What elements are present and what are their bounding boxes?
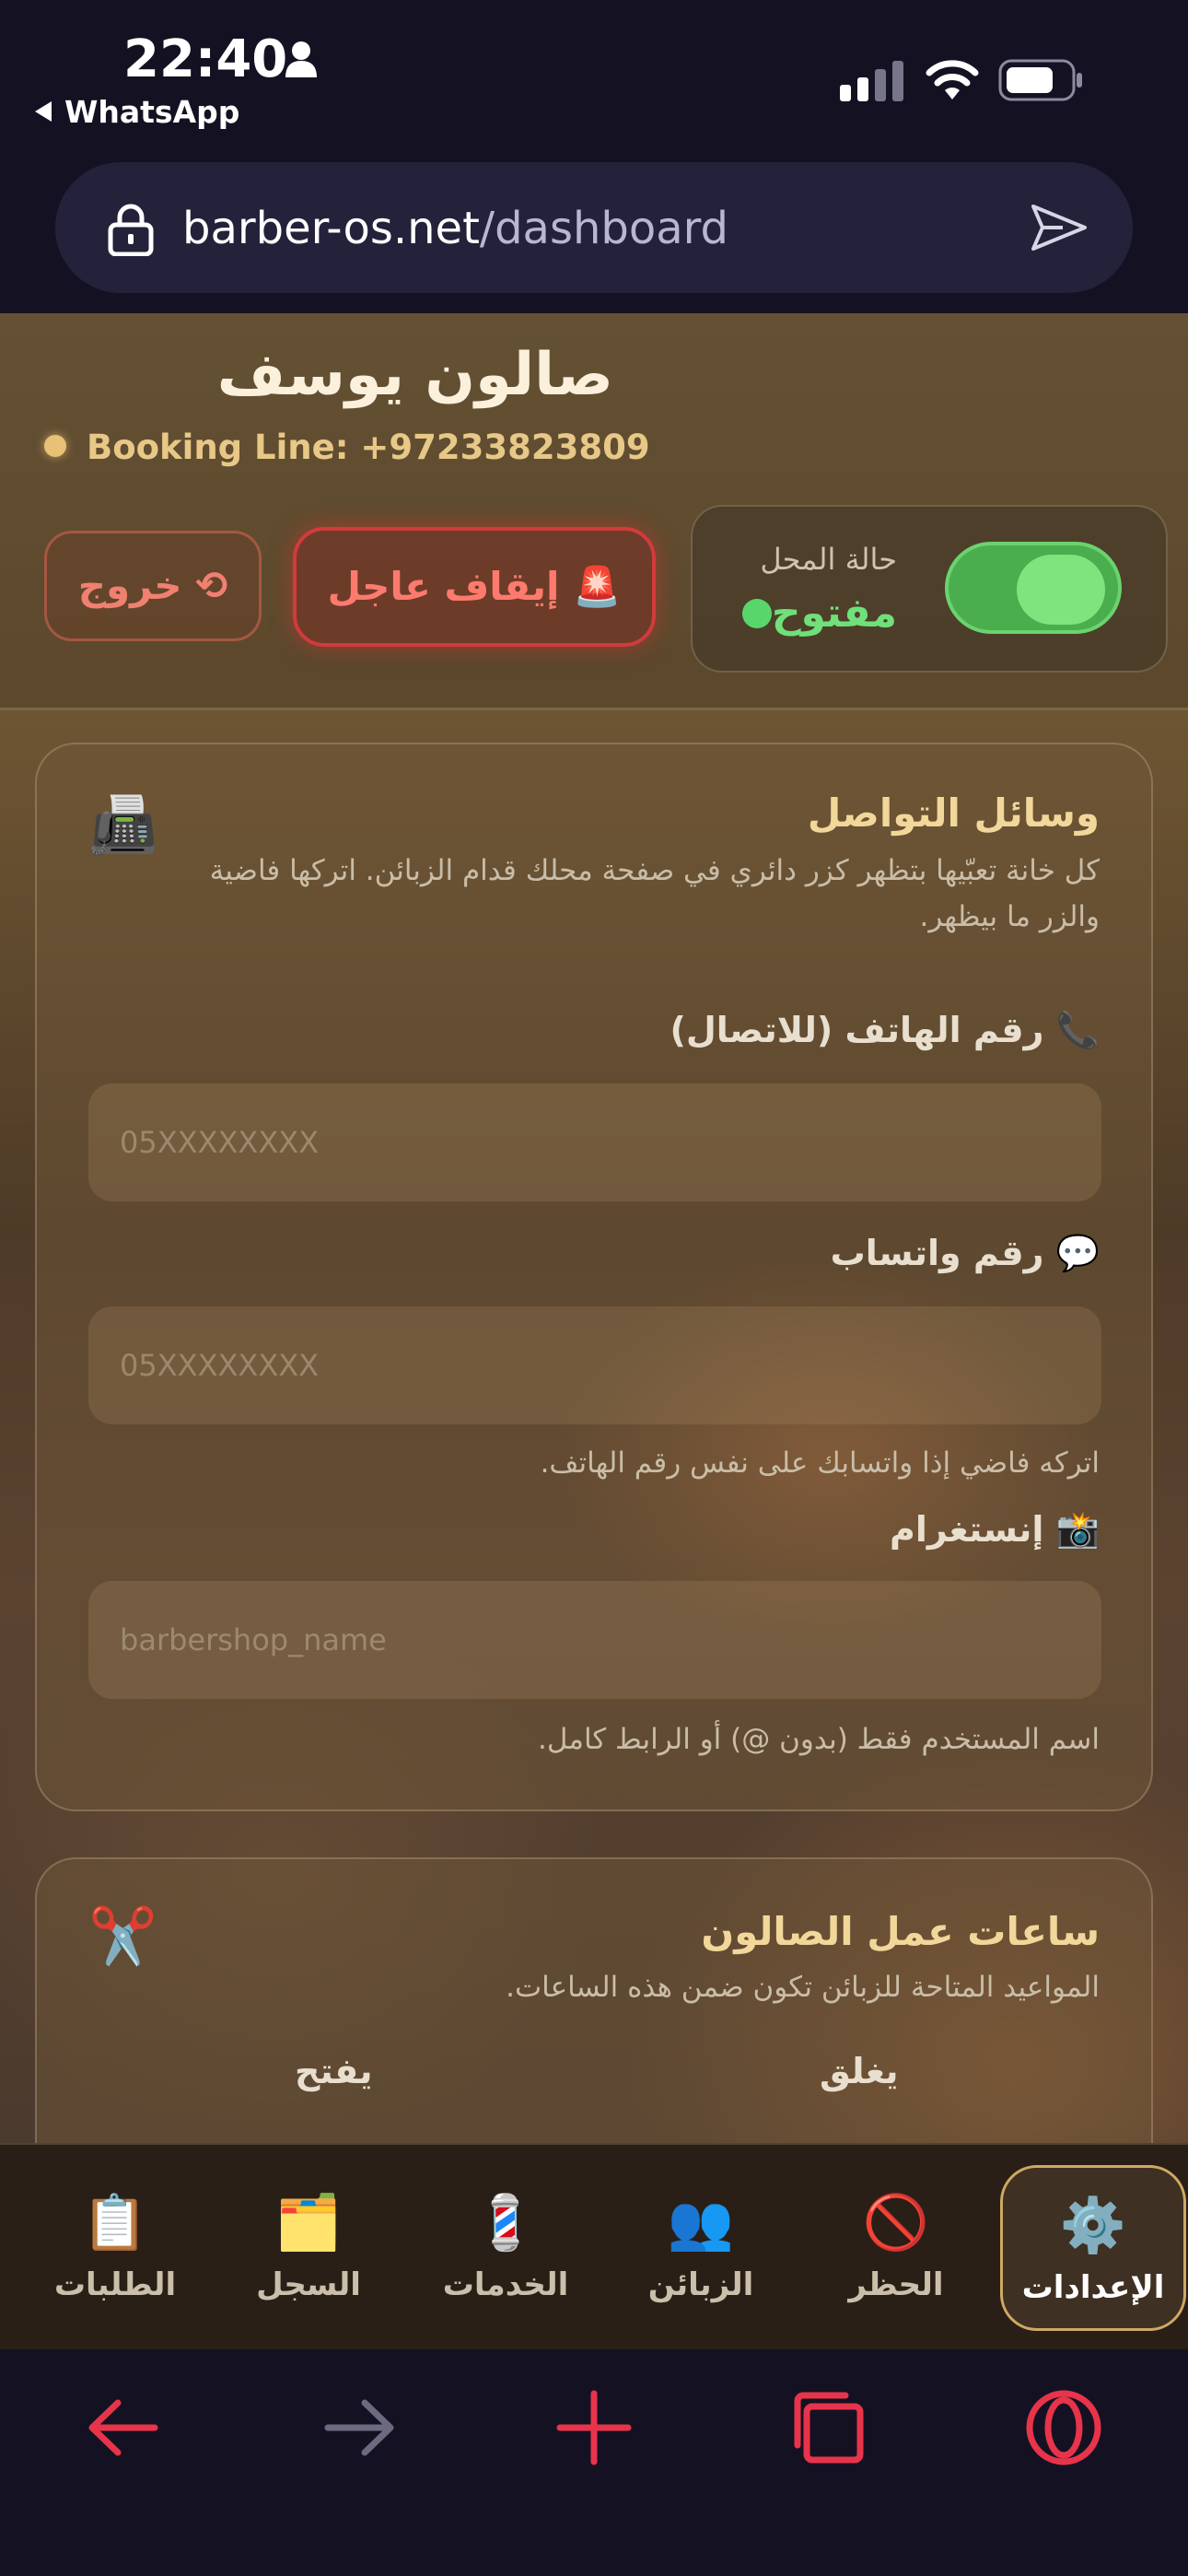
tab-history-label: السجل [256,2266,361,2303]
bottom-navigation: 📋 الطلبات 🗂️ السجل 💈 الخدمات 👥 الزبائن 🚫… [0,2143,1188,2351]
url-path: /dashboard [479,203,728,254]
instagram-field-label: 📸 إنستغرام [890,1509,1100,1550]
store-status-card: حالة المحل مفتوح [691,505,1168,673]
dashboard-header: صالون يوسف Booking Line: +97233823809 ⟲ … [0,313,1188,710]
url-domain: barber-os.net [182,203,480,254]
toggle-knob [1017,555,1105,625]
wifi-icon [926,60,979,100]
booking-line-text: Booking Line: +97233823809 [87,427,650,467]
cellular-signal-icon [840,61,903,101]
clipboard-icon: 📋 [81,2191,149,2254]
back-arrow-icon[interactable] [81,2386,164,2469]
lock-icon [108,204,154,256]
phone-input[interactable] [88,1083,1101,1201]
booking-dot-icon [44,435,66,457]
open-time-heading: يفتح [295,2051,373,2091]
store-open-toggle[interactable] [945,542,1122,634]
people-icon: 👥 [667,2191,735,2254]
whatsapp-input[interactable] [88,1306,1101,1424]
folder-box-icon: 🗂️ [274,2191,343,2254]
back-triangle-icon [35,101,52,122]
tab-history[interactable]: 🗂️ السجل [221,2165,396,2331]
store-status-value: مفتوح [728,590,897,637]
url-text[interactable]: barber-os.net/dashboard [182,203,728,254]
battery-icon [998,59,1082,101]
person-icon [285,41,317,77]
tab-requests-label: الطلبات [53,2266,177,2303]
tab-settings[interactable]: ⚙️ الإعدادات [1000,2165,1186,2331]
address-bar[interactable]: barber-os.net/dashboard [55,162,1133,293]
social-card-description: كل خانة تعبّيها بتظهر كزر دائري في صفحة … [209,854,1100,933]
send-icon[interactable] [1030,203,1089,252]
social-links-card: وسائل التواصل كل خانة تعبّيها بتظهر كزر … [35,743,1153,1811]
tab-blocked-label: الحظر [848,2266,944,2303]
emergency-stop-button[interactable]: 🚨 إيقاف عاجل [293,527,656,647]
tab-customers-label: الزبائن [647,2266,754,2303]
instagram-hint: اسم المستخدم فقط (بدون @) أو الرابط كامل… [538,1723,1100,1756]
hours-card-title: ساعات عمل الصالون [701,1909,1100,1954]
whatsapp-field-label: 💬 رقم واتساب [830,1233,1100,1273]
new-tab-plus-icon[interactable] [553,2386,635,2469]
tab-requests[interactable]: 📋 الطلبات [28,2165,203,2331]
tab-blocked[interactable]: 🚫 الحظر [809,2165,984,2331]
tab-services-label: الخدمات [442,2266,569,2303]
barber-pole-icon: 💈 [472,2191,540,2254]
tabs-icon[interactable] [788,2386,871,2469]
back-app-label: WhatsApp [64,94,240,130]
salon-name: صالون يوسف [216,341,613,409]
opera-logo-icon[interactable] [1022,2386,1105,2469]
social-card-title: وسائل التواصل [807,790,1100,836]
whatsapp-hint: اتركه فاضي إذا واتسابك على نفس رقم الهات… [540,1446,1100,1480]
status-bar: 22:40 WhatsApp [0,0,1188,157]
store-status-label: حالة المحل [760,542,897,577]
open-status-dot-icon [741,599,772,628]
tab-services[interactable]: 💈 الخدمات [418,2165,593,2331]
opening-hours-card: ساعات عمل الصالون المواعيد المتاحة للزبا… [35,1857,1153,2143]
logout-button[interactable]: ⟲ خروج [44,531,262,641]
browser-toolbar [0,2349,1188,2576]
gear-icon: ⚙️ [1059,2194,1127,2256]
prohibited-icon: 🚫 [862,2191,930,2254]
scissors-icon: ✂️ [88,1904,157,1969]
clock: 22:40 [123,29,288,89]
phone-field-label: 📞 رقم الهاتف (للاتصال) [670,1010,1100,1050]
fax-icon: 📠 [88,793,157,858]
store-status-text: مفتوح [771,590,897,637]
tab-customers[interactable]: 👥 الزبائن [613,2165,788,2331]
booking-line: Booking Line: +97233823809 [44,427,650,467]
hours-card-description: المواعيد المتاحة للزبائن تكون ضمن هذه ال… [506,1971,1100,2004]
forward-arrow-icon[interactable] [319,2386,402,2469]
back-to-app-link[interactable]: WhatsApp [35,94,239,130]
tab-settings-label: الإعدادات [1021,2269,1165,2306]
instagram-input[interactable] [88,1581,1101,1699]
dashboard-content[interactable]: صالون يوسف Booking Line: +97233823809 ⟲ … [0,313,1188,2143]
close-time-heading: يغلق [820,2051,899,2091]
